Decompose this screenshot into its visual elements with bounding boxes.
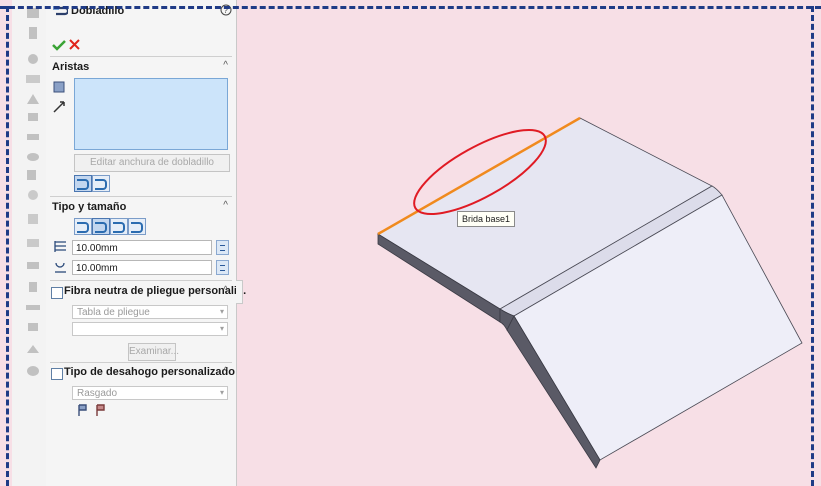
flatten-icon[interactable] [25,300,41,314]
frame-border-left [6,6,9,486]
collapse-chevron-icon[interactable]: ^ [223,60,228,71]
cancel-x-icon[interactable] [69,39,80,50]
material-inside-button[interactable] [74,175,92,192]
bend-outside-button[interactable] [92,175,110,192]
hem-length-field[interactable]: 10.00mm [72,240,212,255]
history-icon[interactable] [25,26,41,40]
rip-icon[interactable] [25,342,41,356]
hem-length-spinner[interactable] [216,240,229,255]
bend-table-file-dropdown[interactable]: ▾ [72,322,228,336]
divider [50,56,232,57]
property-manager-panel: Dobladillo ? Aristas ^ Editar anchura de… [46,0,246,486]
confirm-check-icon[interactable] [52,39,66,51]
divider [50,196,232,197]
feature-tooltip: Brida base1 [457,211,516,227]
collapse-chevron-icon[interactable]: ^ [223,366,228,377]
custom-bend-allowance-title: Fibra neutra de pliegue personali... [64,285,247,297]
aristas-section-title: Aristas [52,61,90,73]
hem-rolled-button[interactable] [128,218,146,235]
tipo-tamano-section-title: Tipo y tamaño [52,201,127,213]
browse-button[interactable]: Examinar... [128,343,179,361]
bend-table-dropdown[interactable]: Tabla de pliegue ▾ [72,305,228,319]
hem-tear-drop-button[interactable] [110,218,128,235]
edit-hem-width-button[interactable]: Editar anchura de dobladillo [74,154,230,172]
sensor-icon[interactable] [25,52,41,66]
custom-bend-allowance-checkbox[interactable] [51,287,63,299]
divider [50,280,232,281]
miter-flange-icon[interactable] [25,130,41,144]
aristas-section-header[interactable]: Aristas ^ [46,58,236,76]
vent-icon[interactable] [25,236,41,250]
edge-selection-icon [53,81,65,93]
feature-manager-icon-strip [12,0,46,486]
corner-icon[interactable] [25,212,41,226]
divider [50,362,232,363]
dropdown-arrow-icon: ▾ [219,307,224,316]
collapse-chevron-icon[interactable]: ^ [223,200,228,211]
graphics-viewport[interactable] [240,10,810,486]
tipo-tamano-section-header[interactable]: Tipo y tamaño ^ [46,198,236,216]
relief-type-dropdown-value: Rasgado [77,388,118,399]
length-icon [54,241,66,252]
sheet-metal-icon[interactable] [25,92,41,106]
dropdown-arrow-icon: ▾ [219,324,224,333]
custom-relief-type-checkbox[interactable] [51,368,63,380]
relief-type-dropdown[interactable]: Rasgado ▾ [72,386,228,400]
jog-icon[interactable] [25,168,41,182]
dropdown-arrow-icon: ▾ [219,388,224,397]
edge-flange-icon[interactable] [25,110,41,124]
reverse-direction-icon[interactable] [52,100,66,114]
custom-relief-type-title: Tipo de desahogo personalizado [64,366,235,378]
relief-ratio-icon[interactable] [76,404,90,418]
sketched-bend-icon[interactable] [25,188,41,202]
frame-border-top [0,6,821,9]
insert-bends-icon[interactable] [25,364,41,378]
plane-icon[interactable] [25,72,41,86]
gap-distance-field[interactable]: 10.00mm [72,260,212,275]
hem-icon[interactable] [25,150,41,164]
fold-icon[interactable] [25,280,41,294]
no-bends-icon[interactable] [25,320,41,334]
edges-selection-box[interactable] [74,78,228,150]
relief-tear-icon[interactable] [94,404,108,418]
collapse-chevron-icon[interactable]: ^ [223,285,228,296]
hem-closed-button[interactable] [74,218,92,235]
gap-distance-icon [55,262,66,273]
gap-distance-spinner[interactable] [216,260,229,275]
hem-open-button[interactable] [92,218,110,235]
unfold-icon[interactable] [25,258,41,272]
frame-border-right [811,6,814,486]
bend-table-dropdown-value: Tabla de pliegue [77,307,150,318]
